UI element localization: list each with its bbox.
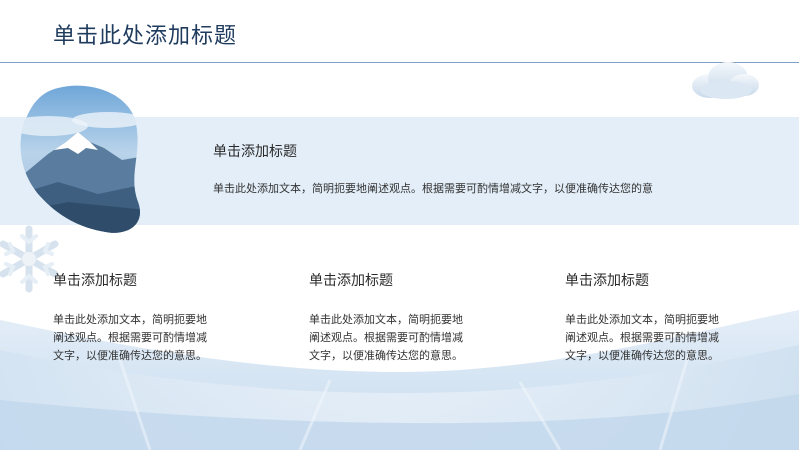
column-3-text[interactable]: 单击此处添加文本，简明扼要地阐述观点。根据需要可酌情增减文字，以便准确传达您的意… — [565, 311, 723, 365]
column-3-title[interactable]: 单击添加标题 — [565, 270, 735, 290]
title-divider — [0, 62, 799, 63]
column-1: 单击添加标题 单击此处添加文本，简明扼要地阐述观点。根据需要可酌情增减文字，以便… — [53, 270, 223, 365]
cloud-icon — [692, 62, 759, 99]
slide-title[interactable]: 单击此处添加标题 — [53, 18, 237, 50]
column-2-title[interactable]: 单击添加标题 — [309, 270, 479, 290]
feature-title[interactable]: 单击添加标题 — [213, 141, 297, 161]
column-2: 单击添加标题 单击此处添加文本，简明扼要地阐述观点。根据需要可酌情增减文字，以便… — [309, 270, 479, 365]
mountain-image — [20, 85, 140, 233]
column-1-title[interactable]: 单击添加标题 — [53, 270, 223, 290]
column-3: 单击添加标题 单击此处添加文本，简明扼要地阐述观点。根据需要可酌情增减文字，以便… — [565, 270, 735, 365]
feature-text[interactable]: 单击此处添加文本，简明扼要地阐述观点。根据需要可酌情增减文字，以便准确传达您的意 — [213, 180, 653, 196]
column-2-text[interactable]: 单击此处添加文本，简明扼要地阐述观点。根据需要可酌情增减文字，以便准确传达您的意… — [309, 311, 467, 365]
column-1-text[interactable]: 单击此处添加文本，简明扼要地阐述观点。根据需要可酌情增减文字，以便准确传达您的意… — [53, 311, 211, 365]
